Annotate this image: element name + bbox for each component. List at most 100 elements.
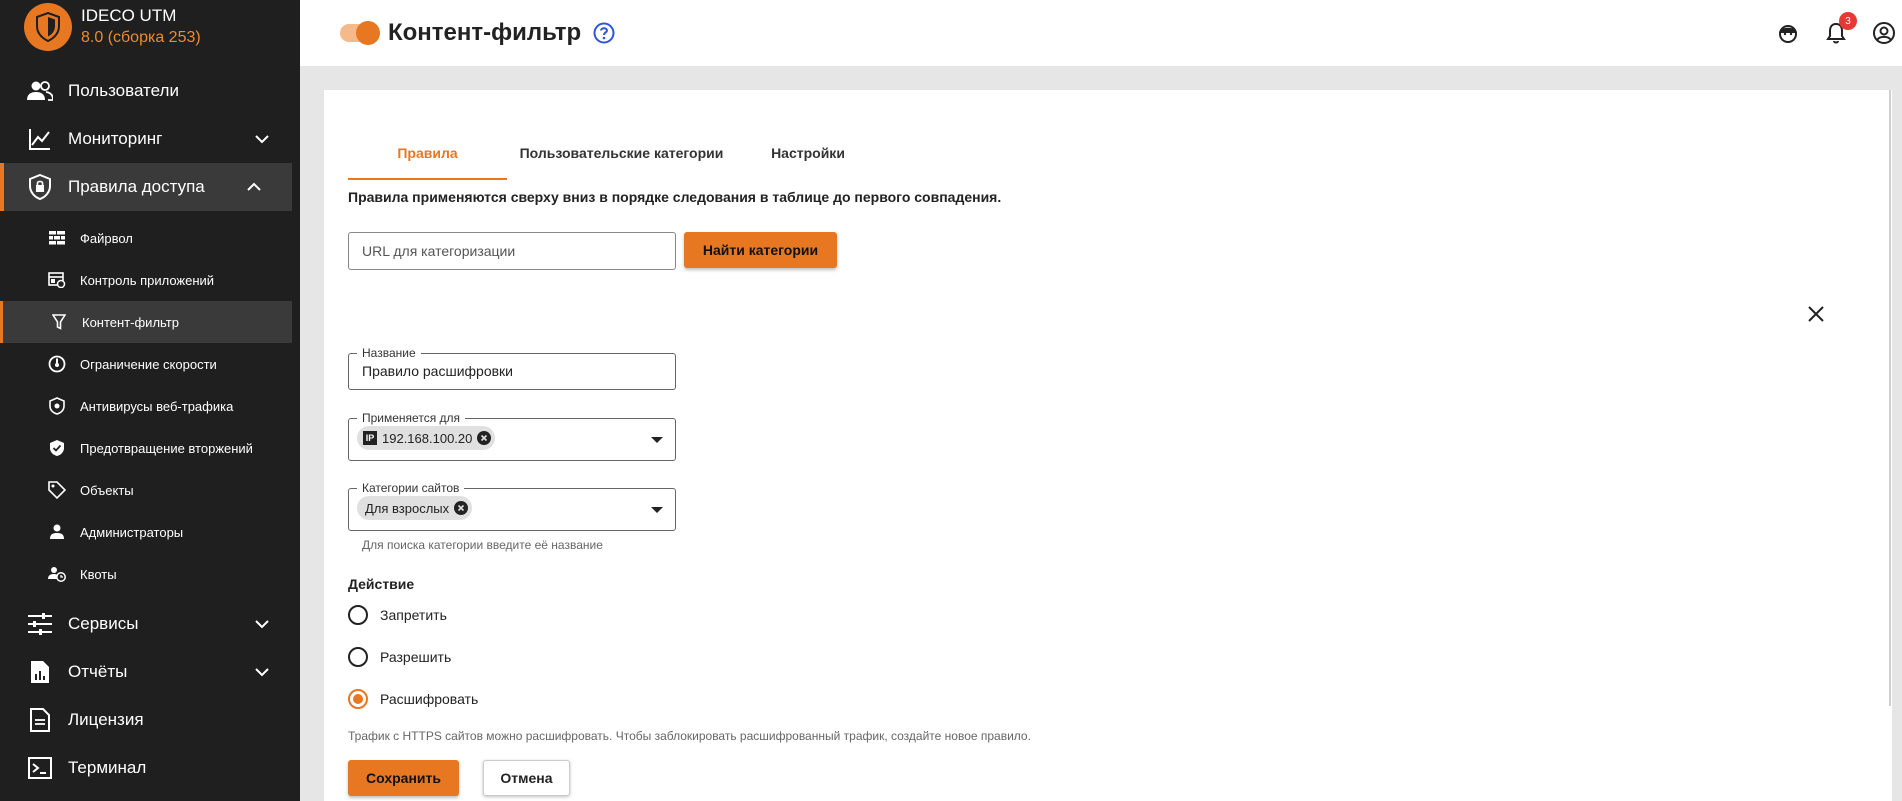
applies-to-select[interactable]: Применяется для IP 192.168.100.20: [348, 411, 676, 461]
sidebar-subitem-objects[interactable]: Объекты: [0, 469, 300, 511]
dropdown-caret-icon[interactable]: [651, 436, 663, 443]
tab-settings[interactable]: Настройки: [736, 126, 880, 180]
close-icon[interactable]: [1804, 302, 1828, 326]
site-categories-select[interactable]: Категории сайтов Для взрослых: [348, 481, 676, 531]
sidebar-item-label: Сервисы: [68, 614, 139, 633]
find-categories-button[interactable]: Найти категории: [684, 232, 837, 268]
sidebar-subitem-label: Предотвращение вторжений: [80, 440, 253, 456]
sidebar-subitem-label: Ограничение скорости: [80, 356, 217, 372]
rules-order-info: Правила применяются сверху вниз в порядк…: [348, 189, 1002, 205]
report-chart-icon: [26, 658, 54, 686]
sidebar-subitem-label: Администраторы: [80, 524, 184, 540]
sidebar-item-monitoring[interactable]: Мониторинг: [0, 115, 300, 163]
sidebar: IDECO UTM 8.0 (сборка 253) Пользователи …: [0, 0, 300, 801]
tab-custom-categories[interactable]: Пользовательские категории: [507, 126, 736, 180]
module-enable-toggle[interactable]: [340, 21, 380, 45]
scrollbar[interactable]: [1889, 90, 1891, 706]
content-panel: Правила Пользовательские категории Настр…: [324, 90, 1892, 801]
chip-remove-icon[interactable]: [477, 431, 492, 445]
filter-icon: [50, 313, 68, 331]
sidebar-subitem-label: Антивирусы веб-трафика: [80, 398, 234, 414]
terminal-icon: [26, 754, 54, 782]
category-chip: Для взрослых: [357, 496, 473, 520]
ip-chip: IP 192.168.100.20: [357, 426, 496, 450]
ip-chip-label: 192.168.100.20: [382, 430, 473, 446]
radio-label: Расшифровать: [380, 691, 479, 707]
top-header: Контент-фильтр 3: [300, 0, 1902, 66]
radio-circle[interactable]: [348, 647, 368, 667]
monitoring-chart-icon: [26, 125, 54, 153]
action-deny-radio[interactable]: Запретить: [348, 605, 447, 625]
admin-icon: [48, 523, 66, 541]
account-icon[interactable]: [1872, 21, 1896, 45]
notifications-badge: 3: [1839, 12, 1857, 30]
chip-remove-icon[interactable]: [454, 501, 469, 515]
sidebar-item-label: Лицензия: [68, 710, 144, 729]
sidebar-item-label: Отчёты: [68, 662, 128, 681]
sidebar-subitem-content-filter[interactable]: Контент-фильтр: [0, 301, 292, 343]
decrypt-hint: Трафик с HTTPS сайтов можно расшифровать…: [348, 729, 1031, 743]
antivirus-shield-icon: [48, 397, 66, 415]
chevron-down-icon[interactable]: [252, 614, 272, 634]
sidebar-subitem-label: Контент-фильтр: [82, 314, 179, 330]
sidebar-subitem-quotas[interactable]: Квоты: [0, 553, 300, 595]
brand-name: IDECO UTM: [81, 6, 177, 25]
ip-badge-icon: IP: [363, 431, 377, 445]
shield-lock-icon: [26, 173, 54, 201]
sliders-icon: [26, 610, 54, 638]
quota-icon: [48, 565, 66, 583]
sidebar-item-label: Мониторинг: [68, 129, 163, 148]
sidebar-subitem-intrusion-prevention[interactable]: Предотвращение вторжений: [0, 427, 300, 469]
sidebar-item-label: Пользователи: [68, 81, 179, 100]
support-chat-icon[interactable]: [1776, 21, 1800, 45]
chevron-up-icon[interactable]: [244, 177, 264, 197]
rule-name-label: Название: [357, 346, 421, 360]
help-icon[interactable]: [593, 22, 615, 44]
firewall-icon: [48, 229, 66, 247]
radio-label: Запретить: [380, 607, 447, 623]
sidebar-subitem-label: Файрвол: [80, 230, 133, 246]
categories-hint: Для поиска категории введите её название: [362, 538, 603, 552]
license-document-icon: [26, 706, 54, 734]
dropdown-caret-icon[interactable]: [651, 506, 663, 513]
sidebar-item-services[interactable]: Сервисы: [0, 600, 300, 648]
cancel-button[interactable]: Отмена: [483, 760, 570, 796]
sidebar-item-license[interactable]: Лицензия: [0, 696, 300, 744]
sidebar-subitem-label: Контроль приложений: [80, 272, 215, 288]
page-title: Контент-фильтр: [388, 19, 582, 46]
url-categorize-input[interactable]: [348, 232, 676, 270]
sidebar-item-label: Правила доступа: [68, 177, 205, 196]
sidebar-item-access-rules[interactable]: Правила доступа: [0, 163, 292, 211]
shield-check-icon: [48, 439, 66, 457]
notifications-bell-icon[interactable]: 3: [1824, 12, 1857, 45]
sidebar-subitem-speed-limit[interactable]: Ограничение скорости: [0, 343, 300, 385]
sidebar-item-reports[interactable]: Отчёты: [0, 648, 300, 696]
brand-version: 8.0 (сборка 253): [81, 29, 201, 46]
radio-circle[interactable]: [348, 605, 368, 625]
tag-icon: [48, 481, 66, 499]
sidebar-subitem-antivirus[interactable]: Антивирусы веб-трафика: [0, 385, 300, 427]
chevron-down-icon[interactable]: [252, 662, 272, 682]
sidebar-subitem-admins[interactable]: Администраторы: [0, 511, 300, 553]
sidebar-item-terminal[interactable]: Терминал: [0, 744, 300, 792]
action-allow-radio[interactable]: Разрешить: [348, 647, 451, 667]
rule-name-field[interactable]: Название Правило расшифровки: [348, 346, 676, 390]
tabs-bar: Правила Пользовательские категории Настр…: [348, 126, 880, 180]
sidebar-item-users[interactable]: Пользователи: [0, 67, 300, 115]
radio-circle[interactable]: [348, 689, 368, 709]
sidebar-subitem-app-control[interactable]: Контроль приложений: [0, 259, 300, 301]
sidebar-subitem-firewall[interactable]: Файрвол: [0, 217, 300, 259]
applies-to-label: Применяется для: [357, 411, 466, 425]
brand: IDECO UTM 8.0 (сборка 253): [0, 0, 300, 54]
action-decrypt-radio[interactable]: Расшифровать: [348, 689, 478, 709]
rule-name-value: Правило расшифровки: [362, 363, 513, 379]
tab-rules[interactable]: Правила: [348, 126, 507, 180]
site-categories-label: Категории сайтов: [357, 481, 465, 495]
speed-limit-icon: [48, 355, 66, 373]
app-control-icon: [48, 271, 66, 289]
save-button[interactable]: Сохранить: [348, 760, 459, 796]
action-title: Действие: [348, 576, 415, 592]
sidebar-subitem-label: Объекты: [80, 482, 134, 498]
chevron-down-icon[interactable]: [252, 129, 272, 149]
ideco-logo-icon[interactable]: [24, 3, 72, 51]
